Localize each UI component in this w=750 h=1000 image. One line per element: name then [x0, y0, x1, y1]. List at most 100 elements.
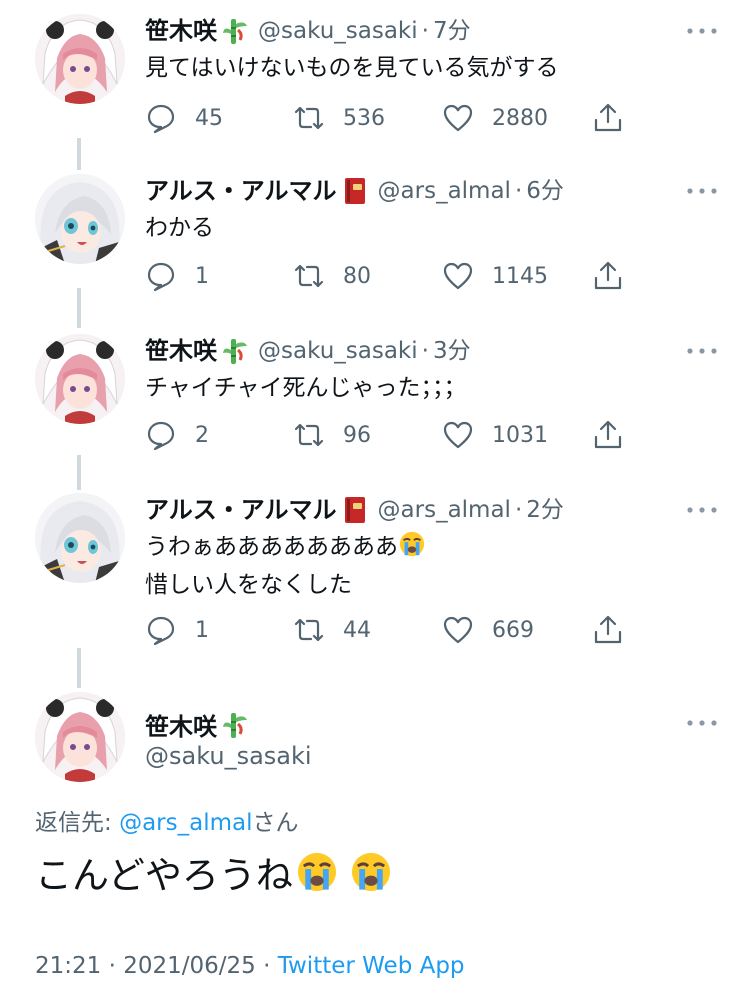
share-button[interactable] — [592, 259, 624, 293]
like-button[interactable]: 2880 — [442, 101, 548, 135]
reply-button[interactable]: 45 — [145, 101, 223, 135]
display-name[interactable]: 笹木咲 — [145, 336, 217, 366]
tweet[interactable]: アルス・アルマル @ars_almal · 2分 うわぁああああああああ 惜しい… — [0, 493, 750, 663]
like-count: 1031 — [492, 422, 548, 448]
avatar-image — [35, 334, 125, 424]
more-options-icon[interactable] — [686, 26, 718, 36]
more-options-icon[interactable] — [686, 186, 718, 196]
main-tweet-text: こんどやろうね — [35, 850, 393, 908]
separator-dot: · — [421, 338, 429, 364]
tweet-text-line: 惜しい人をなくした — [145, 572, 352, 598]
tweet-header: 笹木咲 @saku_sasaki · 3分 — [145, 336, 700, 366]
main-tweet-author[interactable]: 笹木咲 — [145, 707, 258, 742]
reply-target-link[interactable]: @ars_almal — [119, 810, 252, 836]
tweet-text: チャイチャイ死んじゃった；；； — [145, 371, 710, 405]
tweet-header: アルス・アルマル @ars_almal · 6分 — [145, 176, 700, 206]
loudly-crying-face-icon — [349, 850, 393, 908]
retweet-count: 44 — [343, 617, 371, 643]
retweet-button[interactable]: 536 — [293, 101, 385, 135]
avatar-ars[interactable] — [35, 174, 125, 264]
reply-button[interactable]: 1 — [145, 259, 209, 293]
user-handle[interactable]: @ars_almal — [378, 176, 511, 206]
display-name[interactable]: アルス・アルマル — [145, 495, 337, 525]
avatar-image — [35, 14, 125, 104]
display-name[interactable]: アルス・アルマル — [145, 176, 337, 206]
tweet-text-line: わかる — [145, 215, 214, 241]
timestamp[interactable]: 6分 — [526, 176, 564, 206]
bamboo-icon — [220, 16, 250, 46]
tweet-header: アルス・アルマル @ars_almal · 2分 — [145, 495, 700, 525]
separator-dot: · — [514, 178, 523, 204]
timestamp[interactable]: 7分 — [433, 16, 471, 46]
reply-count: 2 — [195, 422, 209, 448]
tweet[interactable]: 笹木咲 @saku_sasaki · 3分 チャイチャイ死んじゃった；；； 2 … — [0, 334, 750, 474]
share-button[interactable] — [592, 101, 624, 135]
like-count: 1145 — [492, 263, 548, 289]
more-options-icon[interactable] — [686, 718, 718, 728]
post-time[interactable]: 21:21 — [35, 953, 101, 979]
replying-to: 返信先: @ars_almalさん — [35, 803, 298, 837]
tweet-text: わかる — [145, 211, 710, 245]
loudly-crying-face-icon — [398, 530, 426, 568]
reply-prefix: 返信先: — [35, 810, 120, 836]
avatar-image — [35, 174, 125, 264]
tweet-actions: 45 536 2880 — [145, 101, 645, 135]
display-name[interactable]: 笹木咲 — [145, 707, 217, 742]
reply-button[interactable]: 1 — [145, 613, 209, 647]
retweet-icon — [294, 618, 324, 642]
tweet-text-line: チャイチャイ死んじゃった；；； — [145, 375, 467, 401]
red-book-icon — [340, 176, 370, 206]
avatar-saku[interactable] — [35, 692, 125, 782]
timestamp[interactable]: 2分 — [526, 495, 564, 525]
retweet-icon — [294, 264, 324, 288]
share-icon — [594, 261, 622, 290]
separator-dot: · — [263, 953, 271, 979]
source-app-link[interactable]: Twitter Web App — [278, 953, 465, 979]
bamboo-icon — [220, 710, 250, 740]
retweet-button[interactable]: 80 — [293, 259, 371, 293]
retweet-icon — [294, 423, 324, 447]
reply-count: 1 — [195, 617, 209, 643]
tweet-text-line: 見てはいけないものを見ている気がする — [145, 55, 559, 81]
share-icon — [594, 103, 622, 132]
user-handle[interactable]: @saku_sasaki — [258, 336, 418, 366]
share-button[interactable] — [592, 418, 624, 452]
avatar-ars[interactable] — [35, 493, 125, 583]
tweet-actions: 1 80 1145 — [145, 259, 645, 293]
retweet-button[interactable]: 44 — [293, 613, 371, 647]
tweet-meta: 21:21 · 2021/06/25 · Twitter Web App — [35, 953, 465, 979]
like-button[interactable]: 1145 — [442, 259, 548, 293]
heart-icon — [443, 104, 473, 132]
like-button[interactable]: 1031 — [442, 418, 548, 452]
reply-button[interactable]: 2 — [145, 418, 209, 452]
user-handle[interactable]: @ars_almal — [378, 495, 511, 525]
reply-count: 45 — [195, 105, 223, 131]
display-name[interactable]: 笹木咲 — [145, 16, 217, 46]
user-handle[interactable]: @saku_sasaki — [145, 742, 312, 770]
post-date[interactable]: 2021/06/25 — [123, 953, 256, 979]
red-book-icon — [340, 495, 370, 525]
bamboo-icon — [220, 336, 250, 366]
share-icon — [594, 420, 622, 449]
tweet-text-line: うわぁああああああああ — [145, 530, 710, 568]
retweet-icon — [294, 106, 324, 130]
reply-suffix: さん — [252, 810, 299, 836]
more-options-icon[interactable] — [686, 346, 718, 356]
reply-icon — [147, 104, 175, 134]
reply-icon — [147, 262, 175, 292]
avatar-saku[interactable] — [35, 334, 125, 424]
like-button[interactable]: 669 — [442, 613, 534, 647]
user-handle[interactable]: @saku_sasaki — [258, 16, 418, 46]
heart-icon — [443, 616, 473, 644]
separator-dot: · — [514, 497, 523, 523]
share-button[interactable] — [592, 613, 624, 647]
more-options-icon[interactable] — [686, 505, 718, 515]
like-count: 2880 — [492, 105, 548, 131]
tweet[interactable]: 笹木咲 @saku_sasaki · 7分 見てはいけないものを見ている気がする… — [0, 14, 750, 154]
tweet-text-fragment: うわぁああああああああ — [145, 534, 398, 560]
avatar-saku[interactable] — [35, 14, 125, 104]
timestamp[interactable]: 3分 — [433, 336, 471, 366]
retweet-button[interactable]: 96 — [293, 418, 371, 452]
loudly-crying-face-icon — [295, 850, 339, 908]
tweet[interactable]: アルス・アルマル @ars_almal · 6分 わかる 1 80 1145 — [0, 174, 750, 314]
